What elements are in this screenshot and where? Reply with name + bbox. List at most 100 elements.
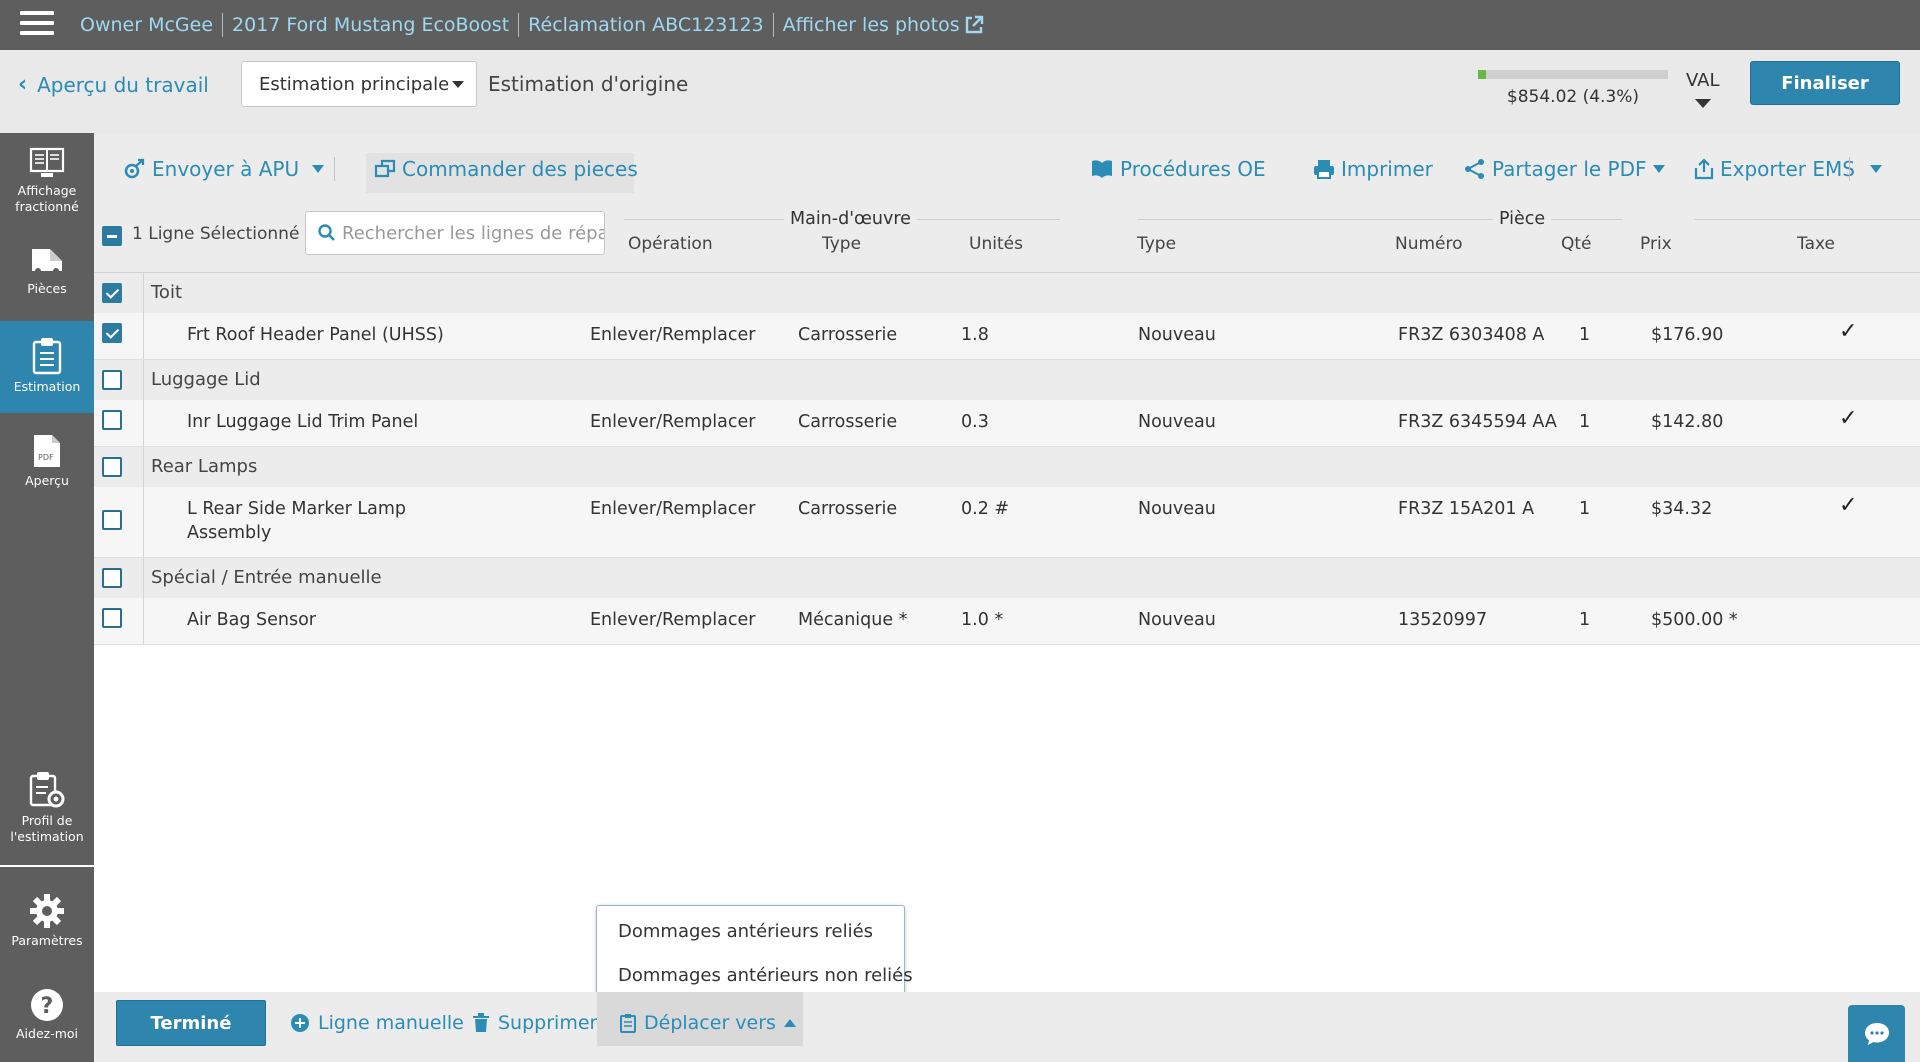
estimate-select[interactable]: Estimation principale xyxy=(241,61,477,107)
sidebar-item-preview[interactable]: PDF Aperçu xyxy=(0,433,94,489)
menu-icon[interactable] xyxy=(20,11,54,39)
progress-fill xyxy=(1478,70,1487,79)
line-checkbox[interactable] xyxy=(102,410,122,430)
menu-item-unrelated-prior-damage[interactable]: Dommages antérieurs non reliés xyxy=(618,965,913,986)
vehicle-link[interactable]: 2017 Ford Mustang EcoBoost xyxy=(223,14,518,36)
line-checkbox[interactable] xyxy=(102,608,122,628)
line-units: 1.0 * xyxy=(961,610,1004,630)
line-part-number: 13520997 xyxy=(1398,610,1488,630)
line-part-type: Nouveau xyxy=(1138,325,1216,345)
breadcrumb: Owner McGee 2017 Ford Mustang EcoBoost R… xyxy=(80,0,993,50)
group-row[interactable]: Rear Lamps xyxy=(94,447,1920,487)
svg-text:PDF: PDF xyxy=(38,453,54,462)
claim-link[interactable]: Réclamation ABC123123 xyxy=(519,14,773,36)
line-operation: Enlever/Remplacer xyxy=(590,412,756,432)
done-button[interactable]: Terminé xyxy=(116,1000,266,1046)
estimate-total-progress: $854.02 (4.3%) xyxy=(1478,70,1668,107)
view-photos-link[interactable]: Afficher les photos xyxy=(774,14,993,36)
val-dropdown[interactable]: VAL xyxy=(1686,70,1720,108)
group-row[interactable]: Luggage Lid xyxy=(94,360,1920,400)
col-labor-type: Type xyxy=(822,234,862,254)
delete-button[interactable]: Supprimer xyxy=(472,1000,597,1046)
caret-down-icon xyxy=(452,81,464,88)
move-to-label: Déplacer vers xyxy=(644,1012,776,1034)
print-button[interactable]: Imprimer xyxy=(1313,133,1433,205)
finalize-button[interactable]: Finaliser xyxy=(1750,61,1900,105)
export-ems-label: Exporter EMS xyxy=(1720,157,1855,181)
group-checkbox[interactable] xyxy=(102,457,122,477)
line-checkbox[interactable] xyxy=(102,323,122,343)
group-checkbox[interactable] xyxy=(102,370,122,390)
line-labor-type: Carrosserie xyxy=(798,499,898,519)
group-name: Toit xyxy=(151,282,183,303)
part-icon xyxy=(32,249,62,274)
send-to-apu-button[interactable]: Envoyer à APU xyxy=(124,133,299,205)
sidebar-item-parts[interactable]: Pièces xyxy=(0,245,94,297)
owner-link[interactable]: Owner McGee xyxy=(80,14,222,36)
clipboard-icon xyxy=(620,1014,636,1033)
line-price: $34.32 xyxy=(1651,499,1713,519)
group-checkbox[interactable] xyxy=(102,283,122,303)
line-checkbox[interactable] xyxy=(102,510,122,530)
col-number: Numéro xyxy=(1395,234,1463,254)
col-units: Unités xyxy=(969,234,1023,254)
col-operation: Opération xyxy=(628,234,713,254)
selected-count: 1 Ligne Sélectionné xyxy=(132,224,300,244)
back-to-job-overview[interactable]: ‹ Aperçu du travail xyxy=(18,72,209,97)
svg-text:?: ? xyxy=(41,994,54,1019)
search-icon xyxy=(318,224,335,241)
sidebar-label: Estimation xyxy=(13,379,81,394)
line-units: 0.3 xyxy=(961,412,989,432)
order-parts-button[interactable]: Commander des pieces xyxy=(374,133,638,205)
send-apu-dropdown[interactable] xyxy=(312,133,324,205)
export-ems-button[interactable]: Exporter EMS xyxy=(1694,133,1855,205)
manual-line-button[interactable]: Ligne manuelle xyxy=(290,1000,464,1046)
move-to-button[interactable]: Déplacer vers xyxy=(620,1000,796,1046)
chat-button[interactable] xyxy=(1848,1005,1905,1062)
line-price: $176.90 xyxy=(1651,325,1724,345)
labor-group-line xyxy=(916,219,1060,220)
table-header: 1 Ligne Sélectionné Rechercher les ligne… xyxy=(94,205,1920,273)
group-row[interactable]: Spécial / Entrée manuelle xyxy=(94,558,1920,598)
menu-item-related-prior-damage[interactable]: Dommages antérieurs reliés xyxy=(618,921,873,942)
line-price: $500.00 * xyxy=(1651,610,1738,630)
sidebar-item-estimate-profile[interactable]: Profil de l'estimation xyxy=(0,771,94,846)
export-icon xyxy=(1694,158,1714,180)
line-qty: 1 xyxy=(1579,499,1591,519)
line-qty: 1 xyxy=(1579,325,1591,345)
toolbar-separator xyxy=(334,157,335,181)
sidebar-item-estimate[interactable]: Estimation xyxy=(0,321,94,413)
help-icon: ? xyxy=(31,989,63,1021)
print-label: Imprimer xyxy=(1341,157,1433,181)
oe-procedures-label: Procédures OE xyxy=(1120,157,1266,181)
table-row[interactable]: L Rear Side Marker Lamp Assembly Enlever… xyxy=(94,487,1920,558)
table-row[interactable]: Frt Roof Header Panel (UHSS) Enlever/Rem… xyxy=(94,313,1920,360)
sidebar-item-help[interactable]: ? Aidez-moi xyxy=(0,988,94,1042)
oe-procedures-button[interactable]: Procédures OE xyxy=(1090,133,1266,205)
sidebar-item-settings[interactable]: Paramètres xyxy=(0,893,94,949)
export-ems-dropdown[interactable] xyxy=(1870,133,1882,205)
search-input[interactable]: Rechercher les lignes de réparation xyxy=(305,211,605,255)
estimate-name: Estimation d'origine xyxy=(488,72,689,96)
share-pdf-button[interactable]: Partager le PDF xyxy=(1464,133,1665,205)
external-link-icon xyxy=(965,15,983,34)
line-price: $142.80 xyxy=(1651,412,1724,432)
part-group-header: Pièce xyxy=(1493,209,1552,229)
progress-bar xyxy=(1478,70,1668,79)
printer-icon xyxy=(1314,160,1334,179)
gear-icon xyxy=(30,894,64,928)
line-units: 0.2 # xyxy=(961,499,1010,519)
group-row[interactable]: Toit xyxy=(94,273,1920,313)
table-row[interactable]: Air Bag Sensor Enlever/Remplacer Mécaniq… xyxy=(94,598,1920,645)
select-all-checkbox[interactable] xyxy=(102,226,122,246)
sidebar-label: l'estimation xyxy=(10,829,84,845)
search-placeholder: Rechercher les lignes de réparation xyxy=(342,222,604,244)
sidebar-label: fractionné xyxy=(15,199,79,215)
clipboard-icon xyxy=(32,338,62,375)
sidebar-label: Paramètres xyxy=(11,933,83,948)
sidebar-item-split-view[interactable]: Affichage fractionné xyxy=(0,147,94,216)
sidebar-label: Aperçu xyxy=(25,473,69,488)
table-row[interactable]: Inr Luggage Lid Trim Panel Enlever/Rempl… xyxy=(94,400,1920,447)
group-checkbox[interactable] xyxy=(102,568,122,588)
col-part-type: Type xyxy=(1137,234,1177,254)
